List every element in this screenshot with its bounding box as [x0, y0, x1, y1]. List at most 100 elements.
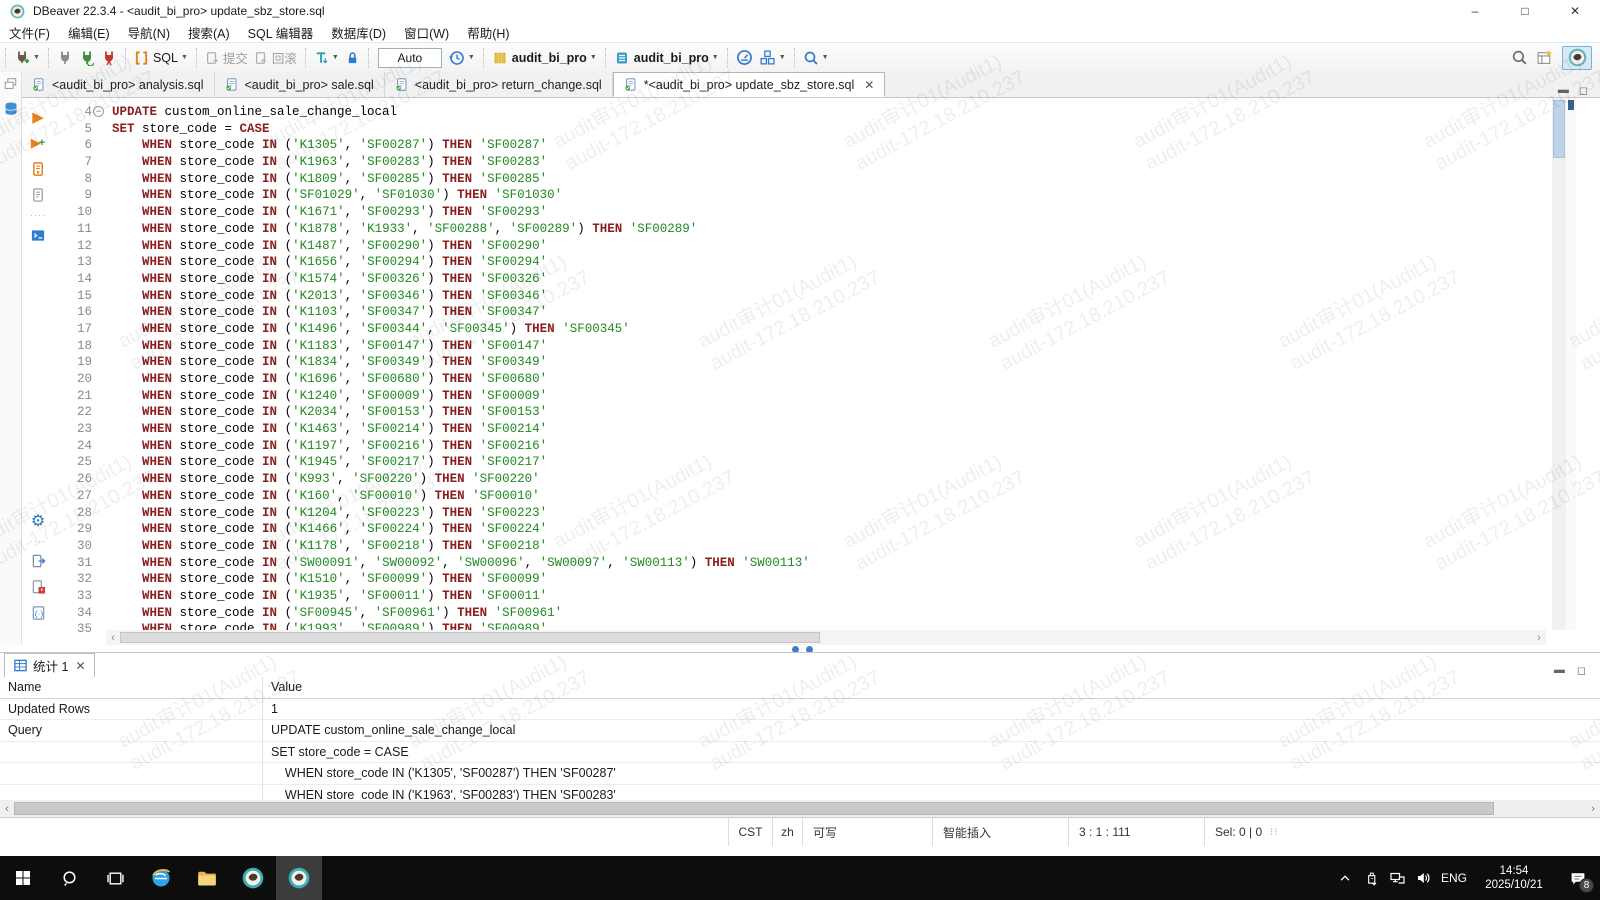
- code-line[interactable]: WHEN store_code IN ('K160', 'SF00010') T…: [112, 488, 1552, 505]
- minimize-view-icon[interactable]: ▬: [1558, 84, 1569, 97]
- status-insert-mode[interactable]: 智能插入: [932, 818, 1068, 846]
- transaction-filter-button[interactable]: ▼: [311, 46, 342, 70]
- dbeaver-icon[interactable]: [230, 856, 276, 900]
- menu-item-6[interactable]: 窗口(W): [395, 22, 458, 42]
- code-line[interactable]: WHEN store_code IN ('K1103', 'SF00347') …: [112, 304, 1552, 321]
- volume-icon[interactable]: [1410, 856, 1436, 900]
- chevron-down-icon[interactable]: ▼: [822, 54, 829, 61]
- chevron-down-icon[interactable]: ▼: [712, 54, 719, 61]
- minimize-icon[interactable]: –: [1450, 0, 1500, 22]
- code-line[interactable]: WHEN store_code IN ('K1945', 'SF00217') …: [112, 454, 1552, 471]
- search-icon[interactable]: [46, 856, 92, 900]
- menu-item-2[interactable]: 导航(N): [119, 22, 179, 42]
- code-line[interactable]: WHEN store_code IN ('K1809', 'SF00285') …: [112, 171, 1552, 188]
- dbeaver-active-icon[interactable]: [276, 856, 322, 900]
- status-writable[interactable]: 可写: [802, 818, 932, 846]
- perspective-icon[interactable]: [1536, 49, 1554, 66]
- code-line[interactable]: WHEN store_code IN ('K1656', 'SF00294') …: [112, 254, 1552, 271]
- dashboard-button[interactable]: [733, 46, 756, 70]
- lock-icon[interactable]: [342, 46, 363, 70]
- code-line[interactable]: WHEN store_code IN ('K1463', 'SF00214') …: [112, 421, 1552, 438]
- code-line[interactable]: WHEN store_code IN ('K1466', 'SF00224') …: [112, 521, 1552, 538]
- usb-icon[interactable]: [1358, 856, 1384, 900]
- editor-tab-1[interactable]: <audit_bi_pro> sale.sql: [215, 72, 385, 97]
- avatar[interactable]: [1562, 46, 1592, 70]
- scroll-right-icon[interactable]: ›: [1586, 803, 1600, 815]
- code-line[interactable]: WHEN store_code IN ('K1183', 'SF00147') …: [112, 338, 1552, 355]
- ie-icon[interactable]: [138, 856, 184, 900]
- database-navigator-icon[interactable]: [0, 91, 21, 117]
- status-timezone[interactable]: CST: [728, 818, 772, 846]
- table-row[interactable]: Updated Rows1: [0, 699, 1600, 721]
- panel-horizontal-scrollbar[interactable]: ‹ ›: [0, 800, 1600, 817]
- reconnect-button[interactable]: [76, 46, 98, 70]
- code-line[interactable]: WHEN store_code IN ('SW00091', 'SW00092'…: [112, 555, 1552, 572]
- maximize-icon[interactable]: □: [1500, 0, 1550, 22]
- scrollbar-thumb[interactable]: [14, 802, 1494, 815]
- chevron-down-icon[interactable]: ▼: [779, 54, 786, 61]
- panel-sash[interactable]: [0, 645, 1600, 652]
- chevron-up-icon[interactable]: [1332, 856, 1358, 900]
- sql-editor-button[interactable]: SQL ▼: [131, 46, 191, 70]
- explain-script-icon[interactable]: [28, 185, 48, 205]
- restore-view-icon[interactable]: [0, 72, 21, 91]
- connect-button[interactable]: [54, 46, 76, 70]
- code-line[interactable]: WHEN store_code IN ('SF00945', 'SF00961'…: [112, 605, 1552, 622]
- code-line[interactable]: WHEN store_code IN ('K2013', 'SF00346') …: [112, 288, 1552, 305]
- chevron-down-icon[interactable]: ▼: [468, 54, 475, 61]
- menu-item-3[interactable]: 搜索(A): [179, 22, 239, 42]
- chevron-down-icon[interactable]: ▼: [33, 54, 40, 61]
- execute-icon[interactable]: ▶: [28, 107, 48, 127]
- tab-statistics[interactable]: 统计 1 ✕: [4, 653, 95, 677]
- packages-button[interactable]: ▼: [756, 46, 789, 70]
- database-selector[interactable]: audit_bi_pro ▼: [489, 46, 600, 70]
- sql-editor[interactable]: UPDATE custom_online_sale_change_localSE…: [106, 98, 1552, 632]
- menu-item-4[interactable]: SQL 编辑器: [239, 22, 323, 42]
- code-line[interactable]: WHEN store_code IN ('K1487', 'SF00290') …: [112, 238, 1552, 255]
- chevron-down-icon[interactable]: ▼: [590, 54, 597, 61]
- status-caret-position[interactable]: 3 : 1 : 111: [1068, 818, 1204, 846]
- transaction-log-button[interactable]: ▼: [446, 46, 478, 70]
- editor-vertical-scrollbar[interactable]: [1552, 98, 1566, 630]
- export-icon[interactable]: [28, 551, 48, 571]
- table-row[interactable]: SET store_code = CASE: [0, 742, 1600, 764]
- menu-item-5[interactable]: 数据库(D): [322, 22, 395, 42]
- status-language[interactable]: zh: [772, 818, 802, 846]
- sql-search-button[interactable]: ▼: [800, 46, 832, 70]
- network-icon[interactable]: [1384, 856, 1410, 900]
- language-indicator[interactable]: ENG: [1436, 871, 1472, 885]
- code-line[interactable]: WHEN store_code IN ('K1240', 'SF00009') …: [112, 388, 1552, 405]
- code-line[interactable]: WHEN store_code IN ('K1574', 'SF00326') …: [112, 271, 1552, 288]
- new-connection-button[interactable]: ▼: [11, 46, 43, 70]
- code-line[interactable]: WHEN store_code IN ('K1935', 'SF00011') …: [112, 588, 1552, 605]
- clock[interactable]: 14:54 2025/10/21: [1472, 864, 1556, 892]
- file-explorer-icon[interactable]: [184, 856, 230, 900]
- parameters-icon[interactable]: (·): [28, 603, 48, 623]
- settings-icon[interactable]: ⚙: [28, 511, 48, 531]
- close-icon[interactable]: ✕: [75, 659, 85, 673]
- code-line[interactable]: WHEN store_code IN ('K2034', 'SF00153') …: [112, 404, 1552, 421]
- editor-tab-2[interactable]: <audit_bi_pro> return_change.sql: [385, 72, 613, 97]
- table-row[interactable]: QueryUPDATE custom_online_sale_change_lo…: [0, 720, 1600, 742]
- scroll-left-icon[interactable]: ‹: [0, 803, 14, 815]
- chevron-down-icon[interactable]: ▼: [332, 54, 339, 61]
- execute-script-icon[interactable]: [28, 159, 48, 179]
- code-line[interactable]: WHEN store_code IN ('K1496', 'SF00344', …: [112, 321, 1552, 338]
- search-icon[interactable]: [1511, 49, 1528, 66]
- minimize-panel-icon[interactable]: ▬: [1554, 664, 1565, 677]
- menu-item-7[interactable]: 帮助(H): [458, 22, 518, 42]
- code-line[interactable]: WHEN store_code IN ('K1510', 'SF00099') …: [112, 571, 1552, 588]
- validate-error-icon[interactable]: [28, 577, 48, 597]
- autocommit-select[interactable]: Auto: [378, 48, 442, 68]
- disconnect-button[interactable]: [98, 46, 120, 70]
- scroll-left-icon[interactable]: ‹: [106, 632, 120, 644]
- code-line[interactable]: WHEN store_code IN ('K1178', 'SF00218') …: [112, 538, 1552, 555]
- editor-tab-3[interactable]: *<audit_bi_pro> update_sbz_store.sql✕: [613, 72, 886, 97]
- task-view-icon[interactable]: [92, 856, 138, 900]
- code-line[interactable]: WHEN store_code IN ('K1197', 'SF00216') …: [112, 438, 1552, 455]
- code-line[interactable]: WHEN store_code IN ('K1204', 'SF00223') …: [112, 505, 1552, 522]
- table-row[interactable]: WHEN store_code IN ('K1305', 'SF00287') …: [0, 763, 1600, 785]
- code-line[interactable]: WHEN store_code IN ('K1834', 'SF00349') …: [112, 354, 1552, 371]
- start-icon[interactable]: [0, 856, 46, 900]
- code-line[interactable]: WHEN store_code IN ('K1671', 'SF00293') …: [112, 204, 1552, 221]
